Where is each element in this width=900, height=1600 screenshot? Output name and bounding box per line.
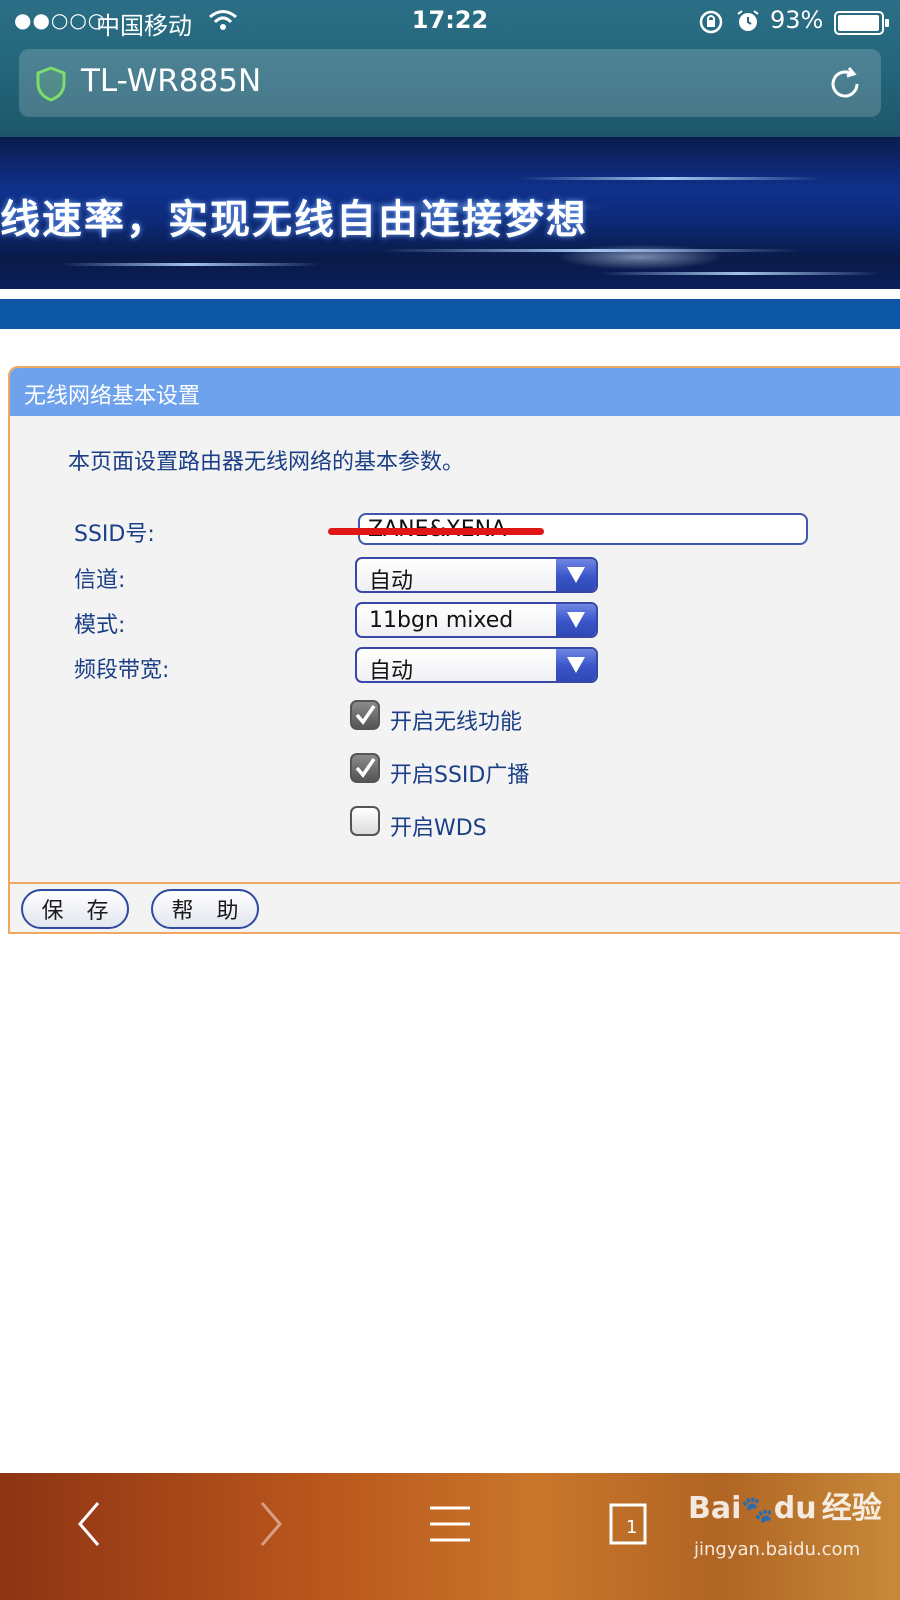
bandwidth-label: 频段带宽: [74,658,170,683]
forward-icon[interactable] [252,1499,288,1553]
back-icon[interactable] [72,1499,108,1553]
ssid-label: SSID号: [74,522,155,547]
battery-percent: 93% [770,6,824,34]
reload-icon[interactable] [827,66,863,106]
mode-select[interactable]: 11bgn mixed [355,602,598,638]
baidu-jingyan-watermark: Bai🐾du 经验 jingyan.baidu.com [688,1483,882,1560]
panel-title: 无线网络基本设置 [24,384,201,409]
status-bar: ●●○○○ 中国移动 17:22 93% [0,0,900,44]
blue-band [0,299,900,329]
enable-wireless-checkbox[interactable] [350,700,380,730]
page-title: TL-WR885N [81,63,262,99]
save-button[interactable]: 保 存 [21,889,129,929]
browser-toolbar: 1 Bai🐾du 经验 jingyan.baidu.com [0,1473,900,1600]
chevron-down-icon[interactable] [556,559,596,591]
browser-top-chrome: ●●○○○ 中国移动 17:22 93% TL-WR885N [0,0,900,137]
banner-slogan: 线速率，实现无线自由连接梦想 [0,197,588,243]
channel-select[interactable]: 自动 [355,557,598,593]
bandwidth-select-value: 自动 [369,659,414,683]
alarm-icon [736,9,760,39]
help-button[interactable]: 帮 助 [151,889,259,929]
bandwidth-select[interactable]: 自动 [355,647,598,683]
banner-gap [0,289,900,299]
tabs-count: 1 [626,1517,638,1538]
watermark-url: jingyan.baidu.com [694,1539,861,1560]
mode-label: 模式: [74,613,126,638]
panel-header: 无线网络基本设置 [10,368,900,416]
chevron-down-icon[interactable] [556,604,596,636]
panel-divider [10,882,900,884]
paw-icon: 🐾 [741,1495,774,1525]
enable-wds-label: 开启WDS [390,816,487,841]
menu-icon[interactable] [428,1499,472,1553]
watermark-logo-suffix: du [773,1491,817,1526]
watermark-logo: Bai [688,1491,742,1526]
panel-description: 本页面设置路由器无线网络的基本参数。 [68,450,465,475]
redaction-line [328,528,544,535]
watermark-brand: 经验 [821,1491,882,1526]
wireless-settings-panel: 无线网络基本设置 本页面设置路由器无线网络的基本参数。 SSID号: 信道: 自… [8,366,900,934]
enable-ssid-broadcast-label: 开启SSID广播 [390,763,530,788]
enable-wireless-label: 开启无线功能 [390,710,523,735]
rotation-lock-icon [698,9,724,41]
shield-icon [35,66,67,106]
enable-ssid-broadcast-checkbox[interactable] [350,753,380,783]
channel-select-value: 自动 [369,569,414,593]
mode-select-value: 11bgn mixed [369,608,514,633]
address-bar[interactable]: TL-WR885N [19,49,881,117]
battery-icon [834,11,890,41]
chevron-down-icon[interactable] [556,649,596,681]
status-time: 17:22 [411,6,489,34]
enable-wds-checkbox[interactable] [350,806,380,836]
channel-label: 信道: [74,568,126,593]
router-banner: 线速率，实现无线自由连接梦想 [0,137,900,289]
